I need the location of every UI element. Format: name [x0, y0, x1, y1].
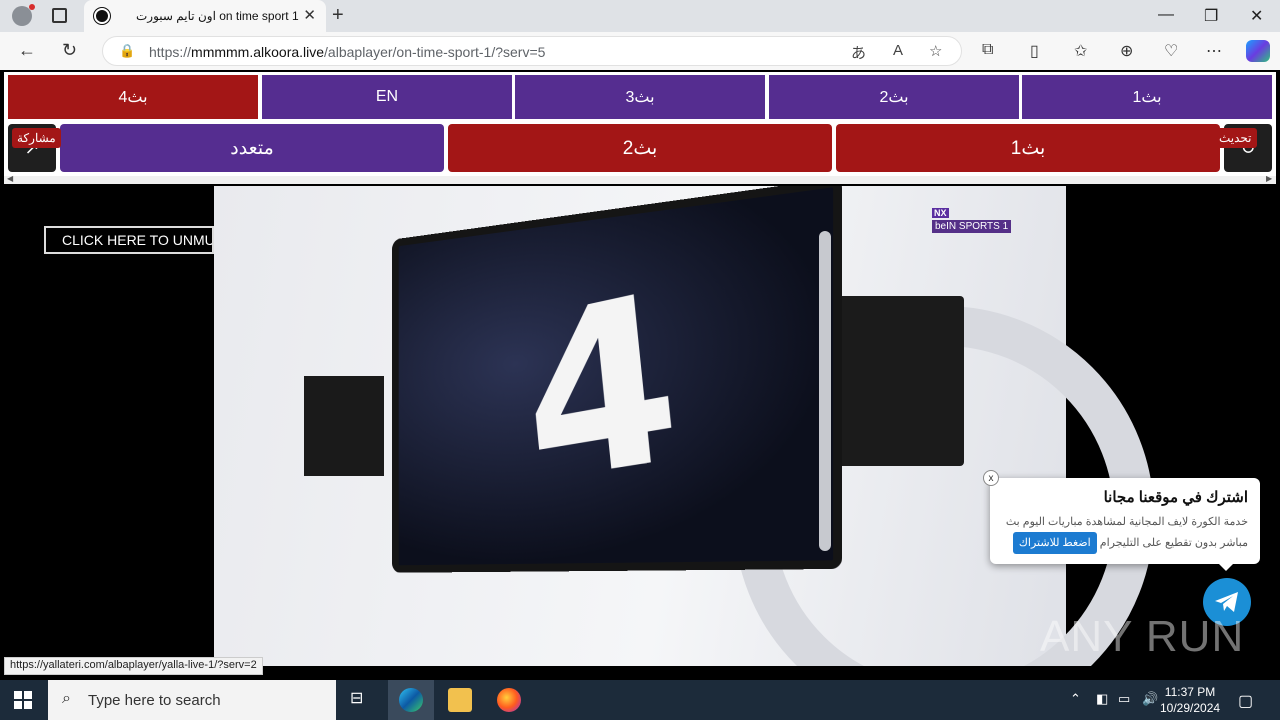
browser-essentials-icon[interactable]: ♡: [1164, 41, 1178, 61]
split-screen-icon[interactable]: ▯: [1030, 41, 1039, 61]
channel-logo: NX beIN SPORTS 1: [932, 208, 1018, 234]
windows-start-icon[interactable]: [14, 691, 32, 709]
search-placeholder: Type here to search: [88, 692, 221, 709]
server-button-2[interactable]: بث2: [769, 75, 1019, 119]
server-button-1[interactable]: بث1: [1022, 75, 1272, 119]
screen-mount-left: [304, 376, 384, 476]
unmute-button[interactable]: CLICK HERE TO UNMUTE: [44, 226, 214, 254]
status-link-preview: https://yallateri.com/albaplayer/yalla-l…: [4, 657, 263, 675]
popup-text-line1: خدمة الكورة لايف المجانية لمشاهدة مباريا…: [1006, 516, 1248, 528]
new-tab-button[interactable]: +: [332, 4, 344, 27]
share-label[interactable]: مشاركة: [12, 128, 61, 148]
edge-icon[interactable]: [399, 688, 423, 712]
restore-button[interactable]: ❐: [1204, 6, 1218, 26]
url-text[interactable]: https://mmmmm.alkoora.live/albaplayer/on…: [149, 44, 545, 60]
tab-actions-icon[interactable]: [52, 8, 67, 23]
copilot-icon[interactable]: [1246, 40, 1270, 62]
lock-icon[interactable]: 🔒: [119, 43, 135, 59]
close-window-button[interactable]: ✕: [1250, 6, 1263, 26]
subscribe-button[interactable]: اضغط للاشتراك: [1013, 532, 1097, 554]
tray-app-icon[interactable]: ◧: [1096, 691, 1108, 707]
address-bar[interactable]: 🔒 https://mmmmm.alkoora.live/albaplayer/…: [102, 36, 962, 66]
tab-title: اون تايم سبورت on time sport 1: [136, 9, 299, 23]
server-multi-button[interactable]: متعدد: [60, 124, 444, 172]
alt-server-button-1[interactable]: بث1: [836, 124, 1220, 172]
windows-taskbar: ⌕ Type here to search ⊟ ⌃ ◧ ▭ 🔊 11:37 PM…: [0, 680, 1280, 720]
anyrun-watermark: ANY RUN: [1040, 612, 1244, 662]
tab-close-icon[interactable]: ✕: [303, 6, 316, 24]
popup-text: خدمة الكورة لايف المجانية لمشاهدة مباريا…: [1000, 512, 1248, 554]
favorites-icon[interactable]: ✩: [1074, 41, 1087, 61]
task-view-icon[interactable]: ⊟: [350, 688, 374, 712]
server-button-4[interactable]: بث4: [8, 75, 258, 119]
server-panel: بث4 EN بث3 بث2 بث1 ↗ متعدد بث2 بث1 ↻ مشا…: [4, 72, 1276, 176]
alt-server-button-2[interactable]: بث2: [448, 124, 832, 172]
notifications-icon[interactable]: ▢: [1238, 691, 1253, 711]
firefox-icon[interactable]: [497, 688, 521, 712]
clock-time: 11:37 PM: [1160, 684, 1220, 700]
popup-tail: [1218, 563, 1234, 571]
tab-bar: اون تايم سبورت on time sport 1 ✕ + — ❐ ✕: [0, 0, 1280, 32]
tray-chevron-icon[interactable]: ⌃: [1070, 691, 1081, 707]
favorite-star-icon[interactable]: ☆: [929, 42, 942, 60]
channel-logo-top: NX: [932, 208, 949, 218]
server-button-3[interactable]: بث3: [515, 75, 765, 119]
screen-mount-right: [834, 296, 964, 466]
server-button-en[interactable]: EN: [262, 75, 512, 119]
notification-dot: [29, 4, 35, 10]
address-toolbar: ← ↻ 🔒 https://mmmmm.alkoora.live/albapla…: [0, 32, 1280, 70]
refresh-label[interactable]: تحديث: [1214, 128, 1257, 148]
file-explorer-icon[interactable]: [448, 688, 472, 712]
clock-date: 10/29/2024: [1160, 700, 1220, 716]
screen-number: 4: [513, 242, 691, 534]
taskbar-search[interactable]: ⌕ Type here to search: [48, 680, 336, 720]
more-menu-icon[interactable]: ⋯: [1206, 41, 1222, 61]
subscribe-popup: اشترك في موقعنا مجانا خدمة الكورة لايف ا…: [990, 478, 1260, 564]
video-player[interactable]: 4 NX beIN SPORTS 1 CLICK HERE TO UNMUTE: [4, 186, 1276, 666]
page-content: بث4 EN بث3 بث2 بث1 ↗ متعدد بث2 بث1 ↻ مشا…: [0, 70, 1280, 680]
channel-logo-text: beIN SPORTS 1: [932, 220, 1011, 233]
scroll-right-icon[interactable]: ▶: [1266, 174, 1272, 183]
soccer-ball-icon: [94, 8, 110, 24]
horizontal-scrollbar[interactable]: ◀ ▶: [4, 176, 1276, 184]
collections-icon[interactable]: ⊕: [1120, 41, 1133, 61]
clock[interactable]: 11:37 PM 10/29/2024: [1160, 684, 1220, 716]
active-tab[interactable]: اون تايم سبورت on time sport 1 ✕: [84, 0, 326, 32]
back-arrow-icon[interactable]: ←: [18, 40, 36, 61]
network-icon[interactable]: ▭: [1118, 691, 1130, 707]
volume-icon[interactable]: 🔊: [1142, 691, 1158, 707]
screen-rail: [819, 231, 831, 551]
search-icon: ⌕: [62, 690, 71, 708]
video-frame[interactable]: 4 NX beIN SPORTS 1: [214, 186, 1066, 666]
scroll-left-icon[interactable]: ◀: [7, 174, 13, 183]
studio-screen: 4: [392, 186, 842, 573]
translate-icon[interactable]: あ: [851, 42, 866, 63]
popup-close-icon[interactable]: x: [983, 470, 999, 486]
extensions-icon[interactable]: ⧉: [982, 41, 993, 59]
popup-text-line2: مباشر بدون تقطيع على التليجرام: [1100, 537, 1248, 549]
refresh-icon[interactable]: ↻: [62, 40, 77, 61]
popup-title: اشترك في موقعنا مجانا: [1000, 488, 1248, 506]
read-aloud-icon[interactable]: A: [893, 42, 903, 59]
minimize-button[interactable]: —: [1158, 6, 1174, 24]
